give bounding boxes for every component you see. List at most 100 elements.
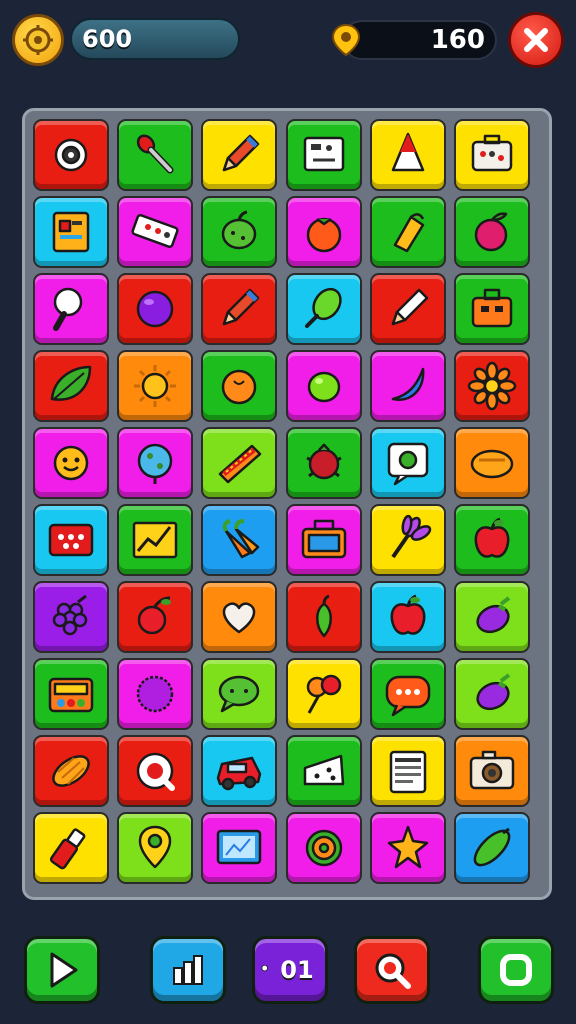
score-display: 600 <box>70 18 240 60</box>
board-tile-calculator[interactable] <box>285 119 362 191</box>
board-tile-croissant[interactable] <box>33 735 109 807</box>
board-tile-speech-bubble[interactable] <box>201 658 278 730</box>
board-tile-apple[interactable] <box>369 581 446 653</box>
board-tile-first-aid-box[interactable] <box>454 119 530 191</box>
spiky-berry-icon <box>305 443 342 480</box>
close-icon <box>524 28 548 52</box>
board-tile-traffic-cone[interactable] <box>369 119 446 191</box>
board-tile-eraser[interactable] <box>117 196 194 268</box>
location-pin-icon <box>138 825 172 869</box>
croissant-icon <box>52 755 90 787</box>
board-tile-leaf-pod[interactable] <box>285 273 362 345</box>
board-tile-hotdog[interactable] <box>201 427 278 499</box>
board-tile-cheese[interactable] <box>285 735 362 807</box>
counter-button[interactable]: 01 <box>252 936 328 1004</box>
notebook-icon <box>52 211 90 253</box>
board-tile-notebook[interactable] <box>33 196 109 268</box>
pen-icon <box>391 288 429 326</box>
orange-fruit-icon <box>222 369 257 405</box>
lime-fruit-icon <box>307 371 340 403</box>
stats-button[interactable] <box>150 936 226 1004</box>
leaf-icon <box>50 365 92 401</box>
traffic-cone-icon <box>391 132 425 172</box>
board-tile-corn[interactable] <box>369 196 446 268</box>
board-tile-pen[interactable] <box>369 273 446 345</box>
board-tile-purple-ball[interactable] <box>117 273 194 345</box>
gear-bug-icon <box>54 138 88 172</box>
pickle-icon <box>473 827 511 867</box>
board-tile-tomato[interactable] <box>285 196 362 268</box>
board-tile-apple[interactable] <box>454 504 530 576</box>
search-bubble-icon <box>136 752 176 791</box>
board-tile-car[interactable] <box>201 735 278 807</box>
board-tile-eggplant[interactable] <box>454 658 530 730</box>
board-tile-lavender[interactable] <box>369 504 446 576</box>
play-button[interactable] <box>24 936 100 1004</box>
calculator-icon <box>303 136 344 172</box>
apple-icon <box>474 517 510 558</box>
board-tile-grape[interactable] <box>33 581 109 653</box>
board-tile-heart-bowl[interactable] <box>201 581 278 653</box>
board-tile-gear-bug[interactable] <box>33 119 109 191</box>
board-tile-bread[interactable] <box>454 427 530 499</box>
board-tile-star[interactable] <box>369 812 446 884</box>
grape-icon <box>52 594 88 636</box>
board-tile-flower[interactable] <box>454 350 530 422</box>
board-tile-location-pin[interactable] <box>117 812 194 884</box>
board-tile-lipstick[interactable] <box>33 812 109 884</box>
game-board <box>22 108 552 900</box>
board-tile-radio[interactable] <box>33 658 109 730</box>
board-tile-spiky-berry[interactable] <box>285 427 362 499</box>
board-tile-leaf[interactable] <box>33 350 109 422</box>
counter-label: 01 <box>280 956 314 984</box>
board-tile-pickle[interactable] <box>454 812 530 884</box>
board-tile-lime-fruit[interactable] <box>285 350 362 422</box>
board-tile-monitor[interactable] <box>201 812 278 884</box>
close-button[interactable] <box>508 12 564 68</box>
board-tile-orange-fruit[interactable] <box>201 350 278 422</box>
plum-icon <box>474 212 508 252</box>
eraser-icon <box>131 214 179 248</box>
board-tile-fuzzy-ball[interactable] <box>117 658 194 730</box>
board-tile-target[interactable] <box>285 812 362 884</box>
board-tile-clipboard[interactable] <box>369 735 446 807</box>
board-tile-green-pepper[interactable] <box>201 196 278 268</box>
board-tile-toolbox[interactable] <box>454 273 530 345</box>
eggplant-icon <box>476 673 511 711</box>
smiley-icon <box>53 445 89 481</box>
board-tile-plum[interactable] <box>454 196 530 268</box>
board-tile-magnifier[interactable] <box>33 273 109 345</box>
board-tile-game-card[interactable] <box>33 504 109 576</box>
board-tile-carrot-bunch[interactable] <box>201 504 278 576</box>
hotdog-icon <box>219 444 262 484</box>
stop-button[interactable] <box>478 936 554 1004</box>
pepper-icon <box>315 594 332 638</box>
board-tile-pencil[interactable] <box>201 273 278 345</box>
board-tile-chat-bubble[interactable] <box>369 427 446 499</box>
board-tile-eggplant[interactable] <box>454 581 530 653</box>
pencil-icon <box>223 288 260 326</box>
gear-icon <box>23 25 53 55</box>
board-tile-lunch-box[interactable] <box>285 504 362 576</box>
board-tile-message[interactable] <box>369 658 446 730</box>
board-tile-chart[interactable] <box>117 504 194 576</box>
star-icon <box>387 825 429 869</box>
target-icon <box>305 829 342 867</box>
board-tile-globe[interactable] <box>117 427 194 499</box>
hint-button[interactable] <box>354 936 430 1004</box>
score-value: 600 <box>82 25 133 53</box>
board-tile-sun[interactable] <box>117 350 194 422</box>
board-tile-pencil[interactable] <box>201 119 278 191</box>
board-tile-blue-drop[interactable] <box>369 350 446 422</box>
board-tile-cherry[interactable] <box>117 581 194 653</box>
monitor-icon <box>217 829 262 865</box>
board-tile-camera[interactable] <box>454 735 530 807</box>
profile-button[interactable] <box>12 14 64 66</box>
flower-icon <box>467 361 517 411</box>
board-tile-smiley[interactable] <box>33 427 109 499</box>
board-tile-pepper[interactable] <box>285 581 362 653</box>
board-tile-search-bubble[interactable] <box>117 735 194 807</box>
board-tile-spoon[interactable] <box>117 119 194 191</box>
board-tile-lollipop[interactable] <box>285 658 362 730</box>
globe-icon <box>137 443 173 484</box>
